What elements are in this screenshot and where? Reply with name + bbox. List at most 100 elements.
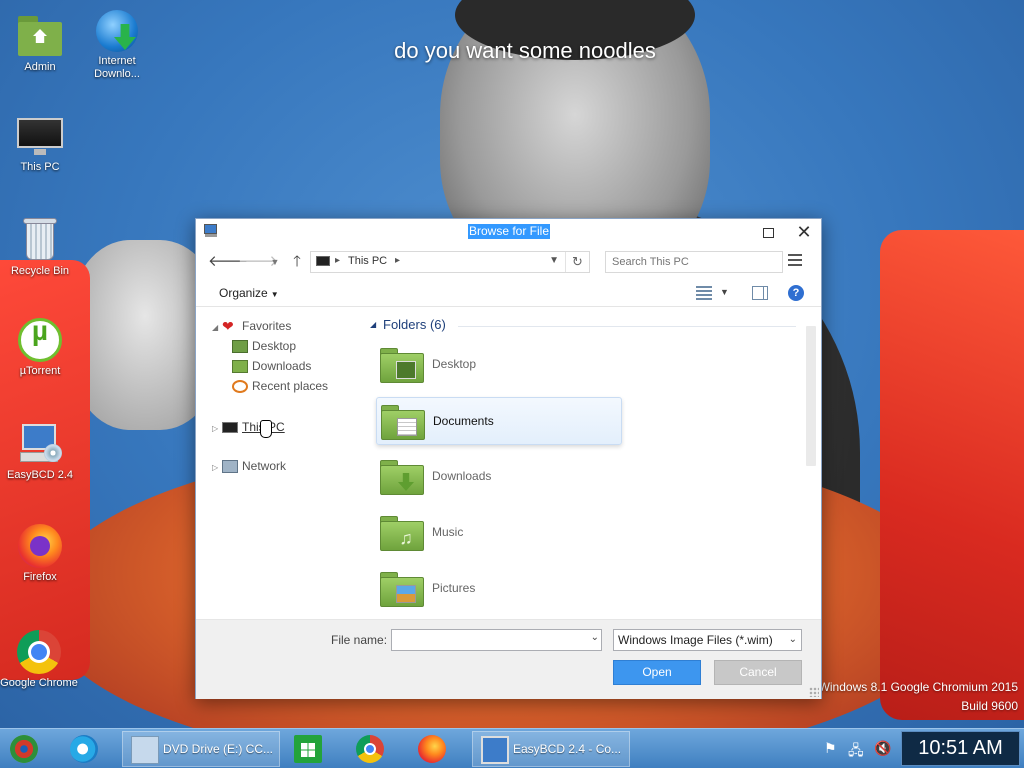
nav-item-network[interactable]: ▷ Network [212, 457, 286, 475]
easybcd-icon [481, 736, 509, 764]
this-pc-icon [222, 422, 238, 434]
wallpaper-noodle-pack-right [880, 230, 1024, 720]
desktop-icon-utorrent[interactable]: µ µTorrent [0, 317, 80, 378]
preview-pane-icon[interactable] [752, 286, 768, 300]
dialog-titlebar[interactable]: Browse for File ✕ [196, 219, 821, 245]
recent-places-icon [232, 380, 248, 394]
watermark-line-1: Windows 8.1 Google Chromium 2015 [818, 680, 1018, 694]
search-box[interactable] [605, 251, 783, 273]
taskbar-clock[interactable]: 10:51 AM [901, 731, 1020, 766]
taskbar-item-easybcd[interactable]: EasyBCD 2.4 - Co... [472, 731, 630, 767]
nav-label: Downloads [252, 359, 312, 373]
help-icon[interactable]: ? [788, 285, 804, 301]
file-name-input[interactable] [392, 630, 582, 650]
desktop-icon-easybcd[interactable]: EasyBCD 2.4 [0, 420, 80, 482]
chrome-icon [356, 735, 384, 763]
vertical-scrollbar[interactable] [806, 326, 816, 466]
navigation-bar: 🡐 🡒 ▼ 🡑 ▸ This PC ▸ ▼ ↻ [196, 245, 821, 279]
forward-button[interactable]: 🡒 [238, 252, 278, 272]
folder-item-music[interactable]: ♫ Music [376, 509, 622, 557]
desktop-icon-google-chrome[interactable]: Google Chrome [0, 630, 78, 690]
nav-item-recent-places[interactable]: Recent places [232, 377, 328, 395]
view-options-chevron-icon[interactable]: ▼ [720, 287, 729, 297]
pictures-folder-icon [380, 571, 424, 607]
nav-label: Recent places [252, 379, 329, 393]
taskbar-item-dvd-autorun[interactable] [2, 731, 50, 767]
dvd-autorun-icon [10, 735, 38, 763]
music-folder-icon: ♫ [380, 515, 424, 551]
chevron-down-icon: ⌄ [788, 634, 797, 645]
up-button[interactable]: 🡑 [286, 252, 308, 272]
action-center-flag-icon[interactable]: ⚑ [824, 740, 837, 757]
menu-icon[interactable] [788, 254, 802, 268]
taskbar-item-label: DVD Drive (E:) CC... [163, 742, 274, 756]
file-name-label: File name: [331, 633, 388, 647]
desktop-icon-label: This PC [20, 161, 60, 173]
desktop-icon-admin[interactable]: Admin [0, 12, 80, 74]
desktop-folder-icon [232, 340, 248, 354]
system-tray: ⚑ 🖧 🔇 [820, 729, 900, 768]
refresh-icon: ↻ [572, 254, 583, 269]
nav-label: Network [242, 459, 287, 473]
maximize-icon [762, 228, 774, 239]
taskbar-item-dvd-drive[interactable]: DVD Drive (E:) CC... [122, 731, 280, 767]
collapsed-triangle-icon[interactable]: ▷ [212, 420, 222, 438]
desktop-folder-icon [380, 347, 424, 383]
refresh-button[interactable]: ↻ [565, 252, 589, 272]
dialog-title: Browse for File [468, 224, 551, 239]
internet-download-manager-icon [96, 10, 138, 52]
collapse-group-icon[interactable]: ◢ [370, 320, 376, 329]
this-pc-icon [316, 256, 330, 266]
breadcrumb-separator-icon[interactable]: ▸ [395, 255, 400, 266]
folder-label: Downloads [432, 469, 492, 483]
desktop-icon-recycle-bin[interactable]: Recycle Bin [0, 216, 80, 278]
address-dropdown-icon[interactable]: ▼ [549, 255, 559, 266]
chevron-down-icon[interactable]: ⌄ [591, 632, 599, 643]
folder-item-pictures[interactable]: Pictures [376, 565, 622, 613]
windows-build-watermark: Windows 8.1 Google Chromium 2015 Build 9… [819, 678, 1018, 716]
nav-item-downloads[interactable]: Downloads [232, 357, 311, 375]
easybcd-app-icon [204, 224, 218, 238]
desktop-icon-firefox[interactable]: Firefox [0, 524, 80, 584]
cancel-button[interactable]: Cancel [714, 660, 802, 685]
dvd-drive-icon [131, 736, 159, 764]
nav-label: Desktop [252, 339, 297, 353]
resize-grip[interactable] [809, 687, 819, 697]
collapsed-triangle-icon[interactable]: ▷ [212, 459, 222, 477]
network-status-icon[interactable]: 🖧 [848, 740, 864, 764]
expanded-triangle-icon[interactable]: ◢ [212, 319, 222, 337]
nav-item-favorites[interactable]: ◢ ❤ Favorites [212, 317, 291, 335]
desktop-icon-label: EasyBCD 2.4 [6, 469, 74, 481]
taskbar-item-chrome[interactable] [348, 731, 396, 767]
folder-item-documents[interactable]: Documents [376, 397, 622, 445]
nav-item-desktop[interactable]: Desktop [232, 337, 296, 355]
taskbar-item-windows-store[interactable] [286, 731, 334, 767]
close-button[interactable]: ✕ [787, 219, 821, 245]
folders-group-header[interactable]: ◢ Folders (6) [368, 317, 796, 335]
desktop-icon-label: µTorrent [19, 365, 61, 377]
address-bar[interactable]: ▸ This PC ▸ ▼ ↻ [310, 251, 590, 273]
file-name-combobox[interactable]: ⌄ [391, 629, 602, 651]
file-type-select[interactable]: Windows Image Files (*.wim) ⌄ [613, 629, 802, 651]
downloads-folder-icon [380, 459, 424, 495]
breadcrumb-separator-icon[interactable]: ▸ [335, 255, 340, 266]
dialog-footer: File name: ⌄ Windows Image Files (*.wim)… [196, 619, 821, 699]
desktop-icon-this-pc[interactable]: This PC [0, 112, 80, 174]
taskbar-item-internet-explorer[interactable] [62, 731, 110, 767]
folder-item-downloads[interactable]: Downloads [376, 453, 622, 501]
volume-muted-icon[interactable]: 🔇 [874, 740, 891, 757]
desktop-icon-label: Firefox [23, 571, 57, 583]
organize-button[interactable]: Organize ▼ [219, 286, 279, 300]
taskbar-item-firefox[interactable] [410, 731, 458, 767]
change-view-icon[interactable] [696, 286, 712, 300]
recent-locations-button[interactable]: ▼ [264, 252, 286, 272]
desktop-icon-internet-download-manager[interactable]: Internet Downlo... [77, 10, 157, 81]
open-button[interactable]: Open [613, 660, 701, 685]
breadcrumb-this-pc[interactable]: This PC [348, 255, 387, 267]
file-list: ◢ Folders (6) Desktop Documents Download… [368, 308, 816, 620]
back-button[interactable]: 🡐 [208, 252, 248, 272]
taskbar: DVD Drive (E:) CC... EasyBCD 2.4 - Co...… [0, 728, 1024, 768]
maximize-button[interactable] [751, 219, 785, 245]
folder-item-desktop[interactable]: Desktop [376, 341, 622, 389]
search-input[interactable] [606, 252, 782, 272]
